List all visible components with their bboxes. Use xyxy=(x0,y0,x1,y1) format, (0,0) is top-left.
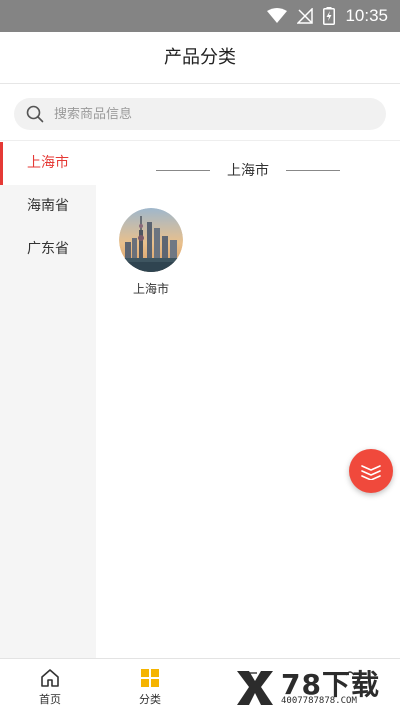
divider-line-left xyxy=(156,170,210,171)
sidebar-item-label: 海南省 xyxy=(27,198,69,214)
shanghai-skyline-image xyxy=(119,208,183,272)
status-time: 10:35 xyxy=(345,6,388,25)
floating-menu-button[interactable] xyxy=(349,449,393,493)
category-sidebar: 上海市 海南省 广东省 xyxy=(0,142,96,658)
page-title: 产品分类 xyxy=(164,47,236,68)
sidebar-item-shanghai[interactable]: 上海市 xyxy=(0,142,96,185)
search-box[interactable] xyxy=(14,98,386,130)
watermark: 78下载 4007787878.COM xyxy=(233,663,400,711)
home-icon xyxy=(41,669,59,687)
watermark-logo-icon xyxy=(237,671,273,705)
section-header: 上海市 xyxy=(96,160,400,180)
city-card-shanghai[interactable]: 上海市 xyxy=(118,208,184,297)
status-bar: 10:35 xyxy=(0,0,400,32)
page-title-bar: 产品分类 xyxy=(0,32,400,84)
watermark-url: 4007787878.COM xyxy=(281,696,357,706)
tab-label: 分类 xyxy=(139,693,161,706)
wifi-icon xyxy=(267,8,288,23)
city-name: 上海市 xyxy=(132,282,169,296)
sidebar-item-label: 上海市 xyxy=(27,155,69,171)
tab-home[interactable]: 首页 xyxy=(0,659,100,711)
category-grid-icon xyxy=(141,669,159,687)
search-icon xyxy=(26,105,44,123)
layers-icon xyxy=(361,465,381,480)
battery-charging-icon xyxy=(323,7,336,25)
no-signal-icon xyxy=(297,8,314,24)
sidebar-item-hainan[interactable]: 海南省 xyxy=(0,185,96,228)
sidebar-item-guangdong[interactable]: 广东省 xyxy=(0,228,96,271)
divider-line-right xyxy=(286,170,340,171)
tab-label: 首页 xyxy=(39,693,61,706)
section-title: 上海市 xyxy=(227,163,269,179)
status-icons: 10:35 xyxy=(267,0,388,32)
search-bar xyxy=(0,85,400,141)
category-content: 上海市 上海市 xyxy=(96,142,400,658)
sidebar-item-label: 广东省 xyxy=(27,241,69,257)
tab-category[interactable]: 分类 xyxy=(100,659,200,711)
search-input[interactable] xyxy=(54,106,354,122)
